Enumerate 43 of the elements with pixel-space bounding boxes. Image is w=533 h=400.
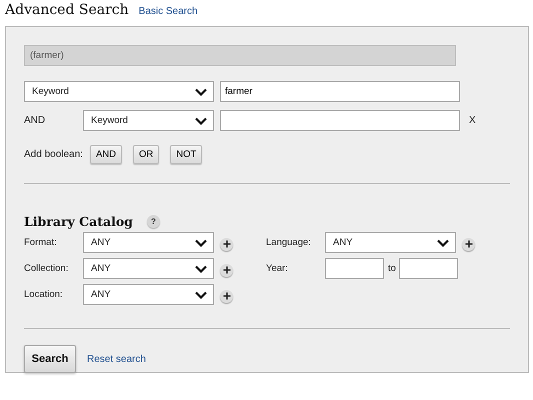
remove-link[interactable]: X: [469, 115, 476, 126]
reset-search-link[interactable]: Reset search: [87, 354, 146, 364]
search-field[interactable]: farmer: [220, 81, 460, 102]
add-boolean-label: Add boolean:: [24, 149, 83, 160]
range-separator: to: [388, 263, 396, 274]
search-button[interactable]: Search: [24, 345, 76, 373]
dropdown[interactable]: ANY: [83, 232, 214, 253]
add-button[interactable]: [462, 238, 475, 250]
year-field[interactable]: [398, 258, 458, 279]
dropdown[interactable]: ANY: [83, 258, 214, 279]
plus-icon: [222, 266, 230, 274]
caret-icon: [195, 238, 207, 246]
dropdown[interactable]: Keyword: [24, 81, 214, 102]
search-field[interactable]: [220, 110, 460, 131]
page-title: Advanced Search: [5, 2, 129, 18]
add-button[interactable]: [220, 290, 233, 302]
field-label: Format:: [24, 237, 58, 248]
dropdown[interactable]: ANY: [83, 284, 214, 305]
field-label: Collection:: [24, 263, 70, 274]
field-label: Location:: [24, 289, 64, 300]
dropdown[interactable]: ANY: [325, 232, 456, 253]
plus-icon: [222, 292, 230, 300]
basic-search-link[interactable]: Basic Search: [138, 6, 198, 17]
caret-icon: [195, 264, 207, 272]
field-label: Year:: [266, 263, 289, 274]
query-preview: (farmer): [24, 45, 456, 66]
add-button[interactable]: [220, 238, 233, 250]
dropdown[interactable]: Keyword: [83, 110, 214, 131]
plus-icon: [464, 240, 472, 248]
boolean-button[interactable]: OR: [133, 145, 160, 164]
help-button[interactable]: ?: [146, 214, 160, 228]
plus-icon: [222, 240, 230, 248]
operator-label: AND: [24, 115, 46, 126]
field-label: Language:: [266, 237, 312, 248]
section-heading: Library Catalog: [24, 214, 133, 228]
year-field[interactable]: [325, 258, 384, 279]
add-button[interactable]: [220, 264, 233, 276]
boolean-button[interactable]: AND: [90, 145, 122, 164]
caret-icon: [437, 238, 449, 246]
caret-icon: [195, 290, 207, 298]
caret-icon: [195, 88, 207, 96]
caret-icon: [195, 116, 207, 124]
boolean-button[interactable]: NOT: [170, 145, 202, 164]
